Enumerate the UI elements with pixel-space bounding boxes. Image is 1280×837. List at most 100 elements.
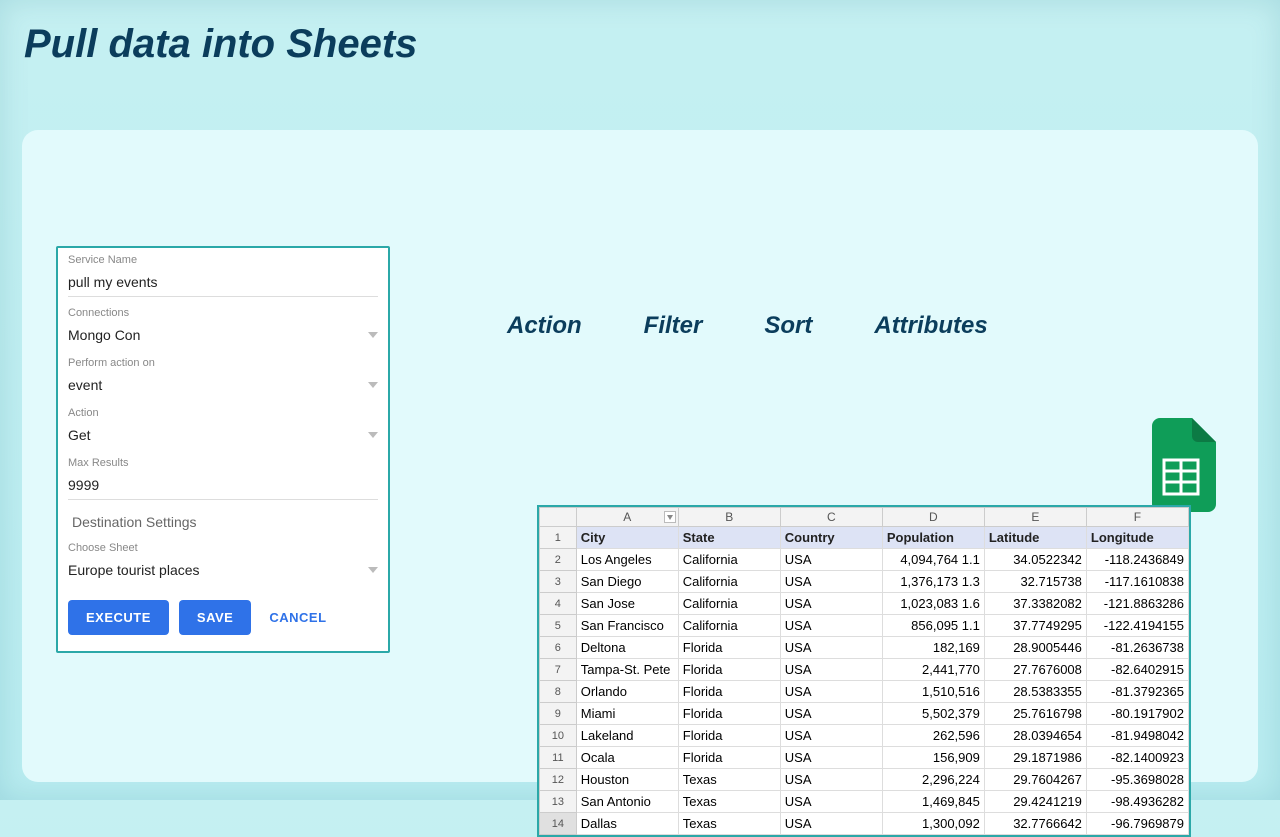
cell-longitude[interactable]: -82.1400923 [1086,747,1188,769]
cell-longitude[interactable]: -122.4194155 [1086,615,1188,637]
cell-longitude[interactable]: -82.6402915 [1086,659,1188,681]
cell-population[interactable]: 2,296,224 [882,769,984,791]
cell-city[interactable]: San Francisco [576,615,678,637]
cell-state[interactable]: Florida [678,703,780,725]
cell-population[interactable]: 1,510,516 [882,681,984,703]
cell-latitude[interactable]: 32.7766642 [984,813,1086,835]
cell-country[interactable]: USA [780,615,882,637]
cell-latitude[interactable]: 32.715738 [984,571,1086,593]
header-cell[interactable]: Latitude [984,527,1086,549]
cell-latitude[interactable]: 27.7676008 [984,659,1086,681]
cell-population[interactable]: 1,469,845 [882,791,984,813]
cell-state[interactable]: Florida [678,681,780,703]
cell-population[interactable]: 262,596 [882,725,984,747]
cell-population[interactable]: 856,095 1.1 [882,615,984,637]
cell-country[interactable]: USA [780,571,882,593]
cell-population[interactable]: 4,094,764 1.1 [882,549,984,571]
cell-city[interactable]: Miami [576,703,678,725]
cell-latitude[interactable]: 29.4241219 [984,791,1086,813]
max-results-input[interactable]: 9999 [68,473,378,500]
row-header[interactable]: 10 [540,725,577,747]
cell-city[interactable]: Ocala [576,747,678,769]
row-header[interactable]: 8 [540,681,577,703]
cell-longitude[interactable]: -117.1610838 [1086,571,1188,593]
cell-country[interactable]: USA [780,703,882,725]
cell-city[interactable]: Deltona [576,637,678,659]
cell-latitude[interactable]: 34.0522342 [984,549,1086,571]
cell-country[interactable]: USA [780,681,882,703]
cell-state[interactable]: California [678,615,780,637]
cell-state[interactable]: Texas [678,813,780,835]
cell-country[interactable]: USA [780,747,882,769]
cell-state[interactable]: Florida [678,725,780,747]
row-header[interactable]: 2 [540,549,577,571]
cell-latitude[interactable]: 28.0394654 [984,725,1086,747]
col-e-header[interactable]: E [984,508,1086,527]
cell-state[interactable]: Florida [678,747,780,769]
cell-longitude[interactable]: -96.7969879 [1086,813,1188,835]
row-header[interactable]: 5 [540,615,577,637]
cell-country[interactable]: USA [780,725,882,747]
filter-icon[interactable] [664,511,676,523]
cancel-button[interactable]: CANCEL [261,600,334,635]
cell-population[interactable]: 156,909 [882,747,984,769]
cell-country[interactable]: USA [780,659,882,681]
cell-city[interactable]: Los Angeles [576,549,678,571]
cell-latitude[interactable]: 25.7616798 [984,703,1086,725]
cell-country[interactable]: USA [780,769,882,791]
cell-state[interactable]: California [678,571,780,593]
choose-sheet-select[interactable]: Europe tourist places [68,558,378,582]
cell-population[interactable]: 5,502,379 [882,703,984,725]
cell-state[interactable]: Florida [678,637,780,659]
col-f-header[interactable]: F [1086,508,1188,527]
cell-population[interactable]: 2,441,770 [882,659,984,681]
cell-state[interactable]: California [678,549,780,571]
cell-state[interactable]: California [678,593,780,615]
cell-state[interactable]: Texas [678,791,780,813]
cell-longitude[interactable]: -121.8863286 [1086,593,1188,615]
cell-latitude[interactable]: 37.7749295 [984,615,1086,637]
row-header[interactable]: 9 [540,703,577,725]
cell-city[interactable]: Orlando [576,681,678,703]
col-d-header[interactable]: D [882,508,984,527]
cell-longitude[interactable]: -81.3792365 [1086,681,1188,703]
col-b-header[interactable]: B [678,508,780,527]
cell-longitude[interactable]: -81.2636738 [1086,637,1188,659]
cell-latitude[interactable]: 28.5383355 [984,681,1086,703]
spreadsheet-table[interactable]: A B C D E F 1CityStateCountryPopulationL… [539,507,1189,835]
row-header[interactable]: 1 [540,527,577,549]
row-header[interactable]: 4 [540,593,577,615]
cell-country[interactable]: USA [780,791,882,813]
cell-latitude[interactable]: 37.3382082 [984,593,1086,615]
cell-longitude[interactable]: -80.1917902 [1086,703,1188,725]
cell-population[interactable]: 1,300,092 [882,813,984,835]
header-cell[interactable]: State [678,527,780,549]
row-header[interactable]: 3 [540,571,577,593]
row-header[interactable]: 6 [540,637,577,659]
service-name-input[interactable]: pull my events [68,270,378,297]
header-cell[interactable]: Country [780,527,882,549]
execute-button[interactable]: EXECUTE [68,600,169,635]
action-select[interactable]: Get [68,423,378,447]
connections-select[interactable]: Mongo Con [68,323,378,347]
cell-state[interactable]: Florida [678,659,780,681]
cell-latitude[interactable]: 29.1871986 [984,747,1086,769]
corner-cell[interactable] [540,508,577,527]
cell-longitude[interactable]: -95.3698028 [1086,769,1188,791]
cell-city[interactable]: Houston [576,769,678,791]
cell-country[interactable]: USA [780,813,882,835]
save-button[interactable]: SAVE [179,600,251,635]
cell-city[interactable]: Dallas [576,813,678,835]
cell-latitude[interactable]: 29.7604267 [984,769,1086,791]
col-a-header[interactable]: A [576,508,678,527]
row-header[interactable]: 11 [540,747,577,769]
row-header[interactable]: 7 [540,659,577,681]
cell-city[interactable]: San Diego [576,571,678,593]
header-cell[interactable]: City [576,527,678,549]
tab-attributes[interactable]: Attributes [874,312,987,340]
perform-action-select[interactable]: event [68,373,378,397]
cell-country[interactable]: USA [780,637,882,659]
cell-longitude[interactable]: -118.2436849 [1086,549,1188,571]
cell-city[interactable]: Tampa-St. Pete [576,659,678,681]
col-c-header[interactable]: C [780,508,882,527]
